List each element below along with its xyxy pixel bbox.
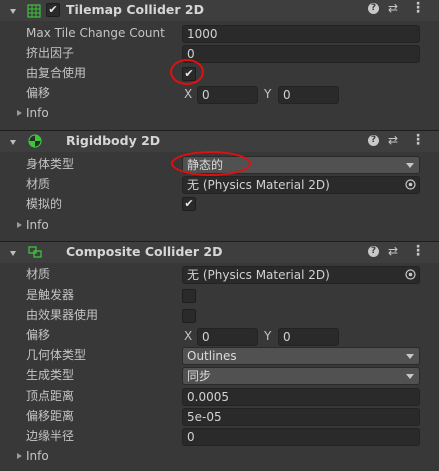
vertex-distance-label: 顶点距离 bbox=[26, 389, 75, 403]
offset-x-field[interactable]: 0 bbox=[197, 86, 258, 104]
object-picker-icon[interactable] bbox=[405, 179, 416, 190]
help-icon[interactable]: ? bbox=[368, 246, 379, 257]
foldout-arrow-icon[interactable] bbox=[10, 9, 16, 14]
highlight-circle bbox=[171, 151, 251, 176]
foldout-arrow-icon[interactable] bbox=[10, 140, 16, 145]
used-by-effector-checkbox[interactable] bbox=[182, 309, 196, 323]
component-title: Tilemap Collider 2D bbox=[66, 2, 204, 17]
material-label: 材质 bbox=[26, 177, 51, 191]
generation-type-label: 生成类型 bbox=[26, 368, 75, 382]
simulated-checkbox[interactable]: ✔ bbox=[182, 197, 196, 211]
material-label: 材质 bbox=[26, 267, 51, 281]
chevron-down-icon bbox=[406, 163, 414, 168]
offset-y-label: Y bbox=[264, 87, 272, 101]
component-title: Rigidbody 2D bbox=[66, 133, 161, 148]
chevron-down-icon bbox=[406, 354, 414, 359]
max-tile-label: Max Tile Change Count bbox=[26, 26, 165, 40]
generation-type-value: 同步 bbox=[187, 369, 212, 383]
presets-icon[interactable]: ⇄ bbox=[388, 244, 398, 258]
offset-y-field[interactable]: 0 bbox=[278, 328, 339, 346]
foldout-arrow-icon[interactable] bbox=[10, 251, 16, 256]
generation-type-dropdown[interactable]: 同步 bbox=[182, 367, 420, 385]
used-by-effector-label: 由效果器使用 bbox=[26, 308, 99, 322]
more-options-icon[interactable]: ⋮ bbox=[411, 243, 425, 259]
info-label[interactable]: Info bbox=[26, 216, 49, 235]
info-foldout-icon[interactable] bbox=[17, 453, 22, 459]
offset-label: 偏移 bbox=[26, 328, 51, 342]
offset-y-field[interactable]: 0 bbox=[278, 86, 339, 104]
used-by-composite-label: 由复合使用 bbox=[26, 66, 87, 80]
rigidbody-header[interactable]: Rigidbody 2D ? ⇄ ⋮ bbox=[0, 130, 439, 152]
is-trigger-checkbox[interactable] bbox=[182, 289, 196, 303]
material-field[interactable]: 无 (Physics Material 2D) bbox=[182, 176, 420, 194]
tilemap-collider-header[interactable]: ✔ Tilemap Collider 2D ? ⇄ ⋮ bbox=[0, 0, 439, 21]
vertex-distance-field[interactable]: 0.0005 bbox=[182, 388, 420, 406]
composite-collider-header[interactable]: Composite Collider 2D ? ⇄ ⋮ bbox=[0, 241, 439, 263]
offset-label: 偏移 bbox=[26, 86, 51, 100]
offset-x-field[interactable]: 0 bbox=[197, 328, 258, 346]
material-value: 无 (Physics Material 2D) bbox=[187, 268, 330, 282]
component-title: Composite Collider 2D bbox=[66, 244, 223, 259]
edge-radius-field[interactable]: 0 bbox=[182, 428, 420, 446]
max-tile-field[interactable]: 1000 bbox=[182, 25, 420, 43]
offset-y-label: Y bbox=[264, 329, 272, 343]
object-picker-icon[interactable] bbox=[405, 269, 416, 280]
material-field[interactable]: 无 (Physics Material 2D) bbox=[182, 266, 420, 284]
info-foldout-icon[interactable] bbox=[17, 110, 22, 116]
help-icon[interactable]: ? bbox=[368, 3, 379, 14]
offset-x-label: X bbox=[184, 329, 193, 343]
highlight-circle bbox=[170, 59, 204, 85]
info-label[interactable]: Info bbox=[26, 104, 49, 123]
edge-radius-label: 边缘半径 bbox=[26, 429, 75, 443]
geometry-type-dropdown[interactable]: Outlines bbox=[182, 347, 420, 365]
is-trigger-label: 是触发器 bbox=[26, 288, 75, 302]
presets-icon[interactable]: ⇄ bbox=[388, 1, 398, 15]
offset-distance-field[interactable]: 5e-05 bbox=[182, 408, 420, 426]
info-foldout-icon[interactable] bbox=[17, 222, 22, 228]
extrusion-field[interactable]: 0 bbox=[182, 45, 420, 63]
offset-x-label: X bbox=[184, 87, 193, 101]
simulated-label: 模拟的 bbox=[26, 197, 63, 211]
geometry-type-label: 几何体类型 bbox=[26, 348, 87, 362]
chevron-down-icon bbox=[406, 374, 414, 379]
help-icon[interactable]: ? bbox=[368, 135, 379, 146]
extrusion-label: 挤出因子 bbox=[26, 46, 75, 60]
presets-icon[interactable]: ⇄ bbox=[388, 133, 398, 147]
tilemap-collider-icon bbox=[27, 4, 41, 18]
tilemap-collider-enabled-checkbox[interactable]: ✔ bbox=[46, 3, 60, 17]
geometry-type-value: Outlines bbox=[187, 349, 237, 363]
body-type-label: 身体类型 bbox=[26, 157, 75, 171]
info-label[interactable]: Info bbox=[26, 447, 49, 466]
composite-collider-icon bbox=[28, 246, 42, 258]
more-options-icon[interactable]: ⋮ bbox=[411, 0, 425, 16]
more-options-icon[interactable]: ⋮ bbox=[411, 132, 425, 148]
offset-distance-label: 偏移距离 bbox=[26, 409, 75, 423]
material-value: 无 (Physics Material 2D) bbox=[187, 178, 330, 192]
rigidbody-icon bbox=[28, 134, 42, 148]
